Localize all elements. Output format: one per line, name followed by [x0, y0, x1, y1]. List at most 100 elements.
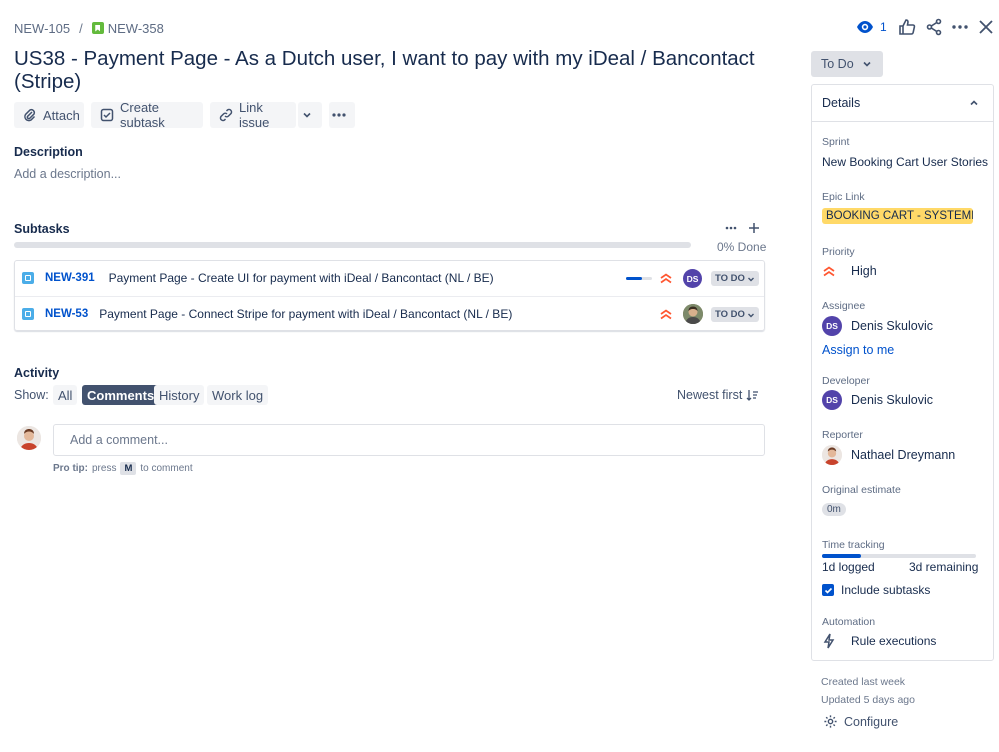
subtask-type-icon [22, 307, 34, 320]
subtasks-more-icon[interactable] [724, 221, 738, 235]
status-dropdown[interactable]: TO DO [711, 271, 759, 286]
status-dropdown[interactable]: TO DO [711, 307, 759, 322]
pro-tip-key: M [120, 462, 137, 475]
assign-to-me-link[interactable]: Assign to me [822, 343, 894, 357]
subtask-row[interactable]: NEW-53 Payment Page - Connect Stripe for… [15, 296, 764, 330]
tab-history[interactable]: History [154, 385, 205, 405]
reporter-label: Reporter [822, 429, 863, 441]
avatar[interactable] [683, 304, 703, 324]
current-user-avatar [17, 426, 41, 450]
breadcrumb-current-link[interactable]: NEW-358 [108, 21, 164, 36]
eye-icon [856, 18, 874, 36]
breadcrumb: NEW-105 / NEW-358 [14, 19, 164, 37]
rule-executions-label: Rule executions [851, 634, 937, 648]
breadcrumb-parent-link[interactable]: NEW-105 [14, 21, 70, 36]
story-icon [91, 22, 104, 34]
sort-order-button[interactable]: Newest first [677, 388, 759, 402]
status-label: TO DO [715, 309, 745, 320]
more-actions-icon[interactable] [951, 18, 969, 36]
configure-button[interactable]: Configure [823, 714, 898, 729]
add-subtask-icon[interactable] [747, 221, 761, 235]
like-icon[interactable] [898, 18, 916, 36]
developer-label: Developer [822, 375, 870, 387]
pro-tip: Pro tip: press M to comment [53, 462, 193, 475]
epic-link-label: Epic Link [822, 191, 865, 203]
developer-value[interactable]: DS Denis Skulovic [822, 390, 933, 410]
comment-input[interactable]: Add a comment... [53, 424, 765, 456]
more-toolbar-button[interactable] [329, 102, 355, 128]
subtask-type-icon [22, 272, 34, 284]
reporter-value[interactable]: Nathael Dreymann [822, 445, 955, 465]
avatar [822, 445, 842, 465]
chevron-up-icon [969, 98, 979, 108]
lightning-icon [822, 633, 836, 649]
priority-label: Priority [822, 246, 855, 258]
breadcrumb-separator: / [79, 20, 83, 36]
watch-button[interactable]: 1 [856, 18, 887, 36]
status-button-label: To Do [821, 57, 854, 71]
attach-button[interactable]: Attach [14, 102, 84, 128]
issue-title[interactable]: US38 - Payment Page - As a Dutch user, I… [14, 47, 774, 93]
updated-text: Updated 5 days ago [821, 694, 915, 706]
rule-executions-button[interactable]: Rule executions [822, 633, 936, 649]
status-label: TO DO [715, 273, 745, 284]
subtasks-list: NEW-391 Payment Page - Create UI for pay… [14, 260, 765, 331]
pro-tip-rest: to comment [140, 463, 193, 474]
include-subtasks-label: Include subtasks [841, 583, 931, 597]
description-placeholder[interactable]: Add a description... [14, 167, 121, 181]
pro-tip-press: press [92, 463, 117, 474]
epic-link-lozenge[interactable]: BOOKING CART - SYSTEMP... [822, 208, 973, 224]
activity-heading: Activity [14, 366, 60, 380]
original-estimate-value[interactable]: 0m [822, 503, 846, 516]
create-subtask-button[interactable]: Create subtask [91, 100, 203, 130]
subtask-summary[interactable]: Payment Page - Create UI for payment wit… [109, 271, 494, 285]
sprint-value[interactable]: New Booking Cart User Stories [822, 155, 988, 169]
avatar: DS [822, 390, 842, 410]
subtasks-heading: Subtasks [14, 222, 70, 236]
developer-name: Denis Skulovic [851, 393, 933, 407]
sort-label: Newest first [677, 388, 743, 402]
priority-high-icon [659, 271, 673, 285]
created-text: Created last week [821, 676, 906, 688]
time-tracking-bar[interactable] [822, 554, 976, 558]
subtask-key[interactable]: NEW-53 [45, 308, 88, 320]
link-issue-button[interactable]: Link issue [210, 100, 296, 130]
sprint-label: Sprint [822, 136, 850, 148]
tab-all[interactable]: All [53, 385, 78, 405]
time-remaining: 3d remaining [909, 560, 979, 574]
details-panel: Details Sprint New Booking Cart User Sto… [811, 84, 994, 661]
subtasks-progress-bar [14, 242, 691, 248]
show-label: Show: [14, 388, 49, 402]
link-issue-dropdown[interactable] [298, 102, 322, 128]
priority-high-icon [659, 307, 673, 321]
subtask-key[interactable]: NEW-391 [45, 272, 95, 284]
priority-value[interactable]: High [822, 264, 877, 278]
share-icon[interactable] [925, 18, 943, 36]
avatar: DS [822, 316, 842, 336]
close-icon[interactable] [977, 18, 995, 36]
gear-icon [823, 714, 838, 729]
chevron-down-icon [302, 110, 318, 120]
details-heading: Details [822, 96, 861, 110]
assignee-value[interactable]: DS Denis Skulovic [822, 316, 933, 336]
tab-comments[interactable]: Comments [82, 385, 160, 405]
subtask-row[interactable]: NEW-391 Payment Page - Create UI for pay… [15, 261, 764, 295]
tab-work-log[interactable]: Work log [207, 385, 269, 405]
time-tracking-label: Time tracking [822, 539, 885, 551]
avatar[interactable]: DS [683, 269, 702, 288]
link-icon [219, 108, 239, 122]
pro-tip-label: Pro tip: [53, 463, 88, 474]
link-issue-label: Link issue [239, 100, 270, 130]
status-button[interactable]: To Do [811, 51, 883, 77]
subtask-summary[interactable]: Payment Page - Connect Stripe for paymen… [99, 307, 512, 321]
watcher-count: 1 [880, 20, 887, 34]
chevron-down-icon [747, 311, 755, 319]
subtasks-done-text: 0% Done [717, 240, 767, 254]
ellipsis-icon [331, 112, 353, 118]
configure-label: Configure [844, 714, 899, 729]
include-subtasks-checkbox[interactable]: Include subtasks [822, 583, 930, 597]
priority-text: High [851, 264, 877, 278]
attach-label: Attach [43, 107, 80, 123]
chevron-down-icon [862, 59, 872, 69]
details-header[interactable]: Details [812, 85, 993, 122]
